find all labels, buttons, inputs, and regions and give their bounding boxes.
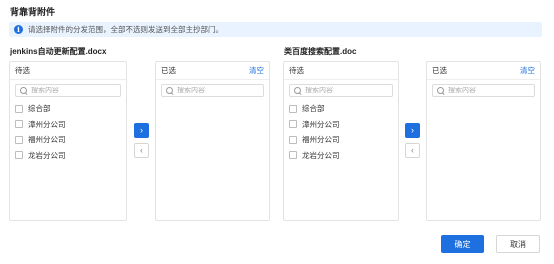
- file-title-1: jenkins自动更新配置.docx: [10, 47, 107, 56]
- available-title: 待选: [289, 66, 304, 75]
- list-item[interactable]: 福州分公司: [289, 132, 393, 148]
- option-label: 龙岩分公司: [28, 150, 66, 160]
- available-header-1: 待选: [10, 62, 126, 80]
- checkbox[interactable]: [15, 135, 23, 144]
- checkbox[interactable]: [289, 151, 297, 160]
- clear-link-1[interactable]: 清空: [249, 65, 264, 76]
- option-label: 福州分公司: [28, 135, 66, 145]
- selected-panel-2: 已选 清空: [426, 61, 541, 221]
- option-label: 漳州分公司: [302, 119, 340, 129]
- option-label: 综合部: [28, 104, 51, 114]
- checkbox[interactable]: [289, 135, 297, 144]
- available-panel-1: 待选 综合部 漳州分公司 福州分公司 龙岩分公司: [9, 61, 127, 221]
- available-panel-2: 待选 综合部 漳州分公司 福州分公司 龙岩分公司: [283, 61, 399, 221]
- available-search-input-1[interactable]: [31, 87, 116, 94]
- file-title-2: 类百度搜索配置.doc: [284, 47, 357, 56]
- notice-bar: i 请选择附件的分发范围，全部不选则发送到全部主抄部门。: [9, 22, 542, 37]
- move-right-button-2[interactable]: ›: [405, 123, 420, 138]
- move-left-button-1[interactable]: ‹: [134, 143, 149, 158]
- selected-search-1[interactable]: [161, 84, 264, 97]
- notice-text: 请选择附件的分发范围，全部不选则发送到全部主抄部门。: [28, 25, 223, 34]
- selected-search-input-1[interactable]: [177, 87, 259, 94]
- move-left-button-2[interactable]: ‹: [405, 143, 420, 158]
- list-item[interactable]: 龙岩分公司: [15, 148, 121, 164]
- clear-link-2[interactable]: 清空: [520, 65, 535, 76]
- info-icon: i: [14, 25, 23, 34]
- available-title: 待选: [15, 66, 30, 75]
- search-icon: [437, 86, 445, 95]
- dialog-title: 背靠背附件: [10, 7, 56, 17]
- option-label: 龙岩分公司: [302, 150, 340, 160]
- list-item[interactable]: 综合部: [15, 101, 121, 117]
- ok-button[interactable]: 确定: [441, 235, 484, 253]
- option-label: 福州分公司: [302, 135, 340, 145]
- move-right-button-1[interactable]: ›: [134, 123, 149, 138]
- list-item[interactable]: 综合部: [289, 101, 393, 117]
- option-label: 综合部: [302, 104, 325, 114]
- selected-title: 已选: [161, 66, 176, 75]
- available-list-1: 综合部 漳州分公司 福州分公司 龙岩分公司: [10, 101, 126, 163]
- checkbox[interactable]: [289, 104, 297, 113]
- selected-header-2: 已选 清空: [427, 62, 540, 80]
- available-list-2: 综合部 漳州分公司 福州分公司 龙岩分公司: [284, 101, 398, 163]
- checkbox[interactable]: [15, 151, 23, 160]
- available-search-2[interactable]: [289, 84, 393, 97]
- selected-search-2[interactable]: [432, 84, 535, 97]
- checkbox[interactable]: [15, 120, 23, 129]
- search-icon: [294, 86, 302, 95]
- checkbox[interactable]: [289, 120, 297, 129]
- list-item[interactable]: 漳州分公司: [15, 117, 121, 133]
- selected-title: 已选: [432, 66, 447, 75]
- list-item[interactable]: 福州分公司: [15, 132, 121, 148]
- selected-panel-1: 已选 清空: [155, 61, 270, 221]
- list-item[interactable]: 龙岩分公司: [289, 148, 393, 164]
- checkbox[interactable]: [15, 104, 23, 113]
- available-search-input-2[interactable]: [305, 87, 388, 94]
- cancel-button[interactable]: 取消: [496, 235, 540, 253]
- selected-search-input-2[interactable]: [448, 87, 530, 94]
- list-item[interactable]: 漳州分公司: [289, 117, 393, 133]
- option-label: 漳州分公司: [28, 119, 66, 129]
- available-search-1[interactable]: [15, 84, 121, 97]
- search-icon: [166, 86, 174, 95]
- selected-header-1: 已选 清空: [156, 62, 269, 80]
- available-header-2: 待选: [284, 62, 398, 80]
- search-icon: [20, 86, 28, 95]
